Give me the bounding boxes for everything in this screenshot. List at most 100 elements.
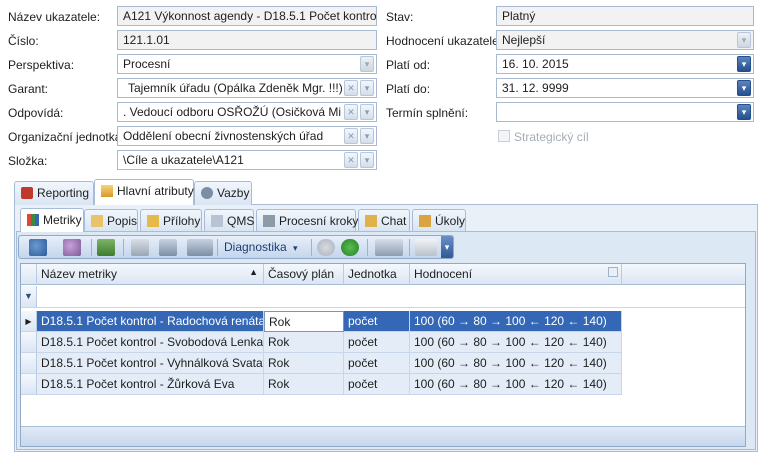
table-row[interactable]: ▶ D18.5.1 Počet kontrol - Radochová rená…: [21, 311, 622, 332]
chevron-down-icon[interactable]: ▾: [737, 56, 751, 72]
cell-jednotka[interactable]: počet: [344, 311, 410, 332]
odpovida-value: . Vedoucí odboru OSŘOŽÚ (Osičková Milen.…: [123, 105, 341, 119]
tab-chat-label: Chat: [381, 214, 407, 228]
chevron-down-icon[interactable]: ▾: [360, 128, 374, 144]
chat-icon: [365, 215, 377, 227]
tab-popis-label: Popis: [107, 214, 138, 228]
plati-od-field[interactable]: 16. 10. 2015 ▾: [496, 54, 754, 74]
chevron-down-icon[interactable]: ▾: [737, 32, 751, 48]
cell-nazev[interactable]: D18.5.1 Počet kontrol - Vyhnálková Svata…: [37, 353, 264, 374]
print-icon[interactable]: [375, 239, 403, 256]
current-row-icon: ▶: [21, 311, 37, 332]
refresh-icon[interactable]: [341, 239, 359, 256]
perspektiva-select[interactable]: Procesní ▾: [117, 54, 377, 74]
column-header-plan[interactable]: Časový plán: [264, 264, 344, 285]
row-indicator-header: [21, 264, 37, 285]
tab-prilohy-label: Přílohy: [163, 214, 201, 228]
cell-plan[interactable]: Rok: [264, 374, 344, 395]
filter-dropdown-icon[interactable]: [608, 267, 618, 277]
toolbar-overflow-icon[interactable]: ▾: [441, 236, 453, 258]
view-menu-icon[interactable]: [187, 239, 213, 256]
clear-icon[interactable]: ✕: [344, 104, 358, 120]
tab-procesni-kroky[interactable]: Procesní kroky: [256, 209, 358, 231]
clear-icon[interactable]: ✕: [344, 128, 358, 144]
termin-field[interactable]: ▾: [496, 102, 754, 122]
add-metric-icon[interactable]: [29, 239, 47, 256]
diagnostika-button[interactable]: Diagnostika ▾: [224, 240, 298, 254]
cell-jednotka[interactable]: počet: [344, 353, 410, 374]
cell-hodnoceni[interactable]: 100 (60 → 80 → 100 ← 120 ← 140): [410, 311, 622, 332]
cell-hodnoceni[interactable]: 100 (60 → 80 → 100 ← 120 ← 140): [410, 353, 622, 374]
tab-vazby-label: Vazby: [217, 186, 250, 200]
cell-nazev[interactable]: D18.5.1 Počet kontrol - Radochová renáta: [37, 311, 264, 332]
auto-filter-row[interactable]: ▼: [21, 286, 745, 308]
chevron-down-icon[interactable]: ▾: [360, 152, 374, 168]
tab-hlavni-atributy[interactable]: Hlavní atributy: [94, 179, 194, 205]
cell-nazev[interactable]: D18.5.1 Počet kontrol - Svobodová Lenka: [37, 332, 264, 353]
nazev-label: Název ukazatele:: [8, 10, 101, 24]
tab-reporting[interactable]: Reporting: [14, 181, 94, 205]
chevron-down-icon[interactable]: ▾: [737, 104, 751, 120]
chevron-down-icon[interactable]: ▾: [360, 80, 374, 96]
tab-chat[interactable]: Chat: [358, 209, 410, 231]
table-icon[interactable]: [131, 239, 149, 256]
table-row[interactable]: D18.5.1 Počet kontrol - Žůrková Eva Rok …: [21, 374, 622, 395]
termin-label: Termín splnění:: [386, 106, 469, 120]
clear-icon[interactable]: ✕: [344, 80, 358, 96]
column-header-hodnoceni[interactable]: Hodnocení: [410, 264, 622, 285]
cell-jednotka[interactable]: počet: [344, 332, 410, 353]
tab-popis[interactable]: Popis: [84, 209, 138, 231]
clear-icon[interactable]: ✕: [344, 152, 358, 168]
cell-plan[interactable]: Rok: [264, 332, 344, 353]
plati-od-label: Platí od:: [386, 58, 431, 72]
tab-metriky-label: Metriky: [43, 213, 82, 227]
cell-hodnoceni[interactable]: 100 (60 → 80 → 100 ← 120 ← 140): [410, 332, 622, 353]
garant-label: Garant:: [8, 82, 49, 96]
toolbar-separator: [409, 239, 410, 256]
tab-metriky[interactable]: Metriky: [20, 208, 84, 232]
tab-ukoly[interactable]: Úkoly: [412, 209, 466, 231]
up-icon[interactable]: [317, 239, 335, 256]
chevron-down-icon[interactable]: ▾: [737, 80, 751, 96]
column-header-label: Jednotka: [348, 267, 397, 281]
tab-vazby[interactable]: Vazby: [194, 181, 252, 205]
chevron-down-icon[interactable]: ▾: [360, 104, 374, 120]
plati-do-field[interactable]: 31. 12. 9999 ▾: [496, 78, 754, 98]
garant-field[interactable]: Tajemník úřadu (Opálka Zdeněk Mgr. !!!) …: [117, 78, 377, 98]
cell-jednotka[interactable]: počet: [344, 374, 410, 395]
cell-hodnoceni[interactable]: 100 (60 → 80 → 100 ← 120 ← 140): [410, 374, 622, 395]
data-icon[interactable]: [97, 239, 115, 256]
search-icon[interactable]: [415, 239, 437, 256]
column-header-jednotka[interactable]: Jednotka: [344, 264, 410, 285]
grid-footer: [21, 426, 745, 446]
tab-hlavni-label: Hlavní atributy: [117, 184, 194, 198]
org-field[interactable]: Oddělení obecní živnostenských úřad ✕ ▾: [117, 126, 377, 146]
settings-icon[interactable]: [63, 239, 81, 256]
stav-field[interactable]: Platný: [496, 6, 754, 26]
clipboard-icon: [211, 215, 223, 227]
nazev-field[interactable]: A121 Výkonnost agendy - D18.5.1 Počet ko…: [117, 6, 377, 26]
cell-plan[interactable]: Rok: [264, 311, 344, 332]
chart-icon[interactable]: [159, 239, 177, 256]
tab-ukoly-label: Úkoly: [435, 214, 466, 228]
column-header-nazev[interactable]: Název metriky ▲: [37, 264, 264, 285]
tab-prilohy[interactable]: Přílohy: [140, 209, 202, 231]
slozka-field[interactable]: \Cíle a ukazatele\A121 ✕ ▾: [117, 150, 377, 170]
hodnoceni-select[interactable]: Nejlepší ▾: [496, 30, 754, 50]
table-row[interactable]: D18.5.1 Počet kontrol - Vyhnálková Svata…: [21, 353, 622, 374]
strategicky-checkbox[interactable]: [498, 130, 510, 142]
metrics-grid: Název metriky ▲ Časový plán Jednotka Hod…: [20, 263, 746, 447]
row-indicator: [21, 353, 37, 374]
table-row[interactable]: D18.5.1 Počet kontrol - Svobodová Lenka …: [21, 332, 622, 353]
cell-plan[interactable]: Rok: [264, 353, 344, 374]
toolbar-separator: [311, 239, 312, 256]
perspektiva-label: Perspektiva:: [8, 58, 75, 72]
cell-nazev[interactable]: D18.5.1 Počet kontrol - Žůrková Eva: [37, 374, 264, 395]
cislo-field[interactable]: 121.1.01: [117, 30, 377, 50]
links-icon: [201, 187, 213, 199]
odpovida-field[interactable]: . Vedoucí odboru OSŘOŽÚ (Osičková Milen.…: [117, 102, 377, 122]
hodnoceni-value: Nejlepší: [502, 33, 546, 47]
tab-qms[interactable]: QMS: [204, 209, 254, 231]
strategicky-label: Strategický cíl: [514, 130, 589, 144]
chevron-down-icon[interactable]: ▾: [360, 56, 374, 72]
